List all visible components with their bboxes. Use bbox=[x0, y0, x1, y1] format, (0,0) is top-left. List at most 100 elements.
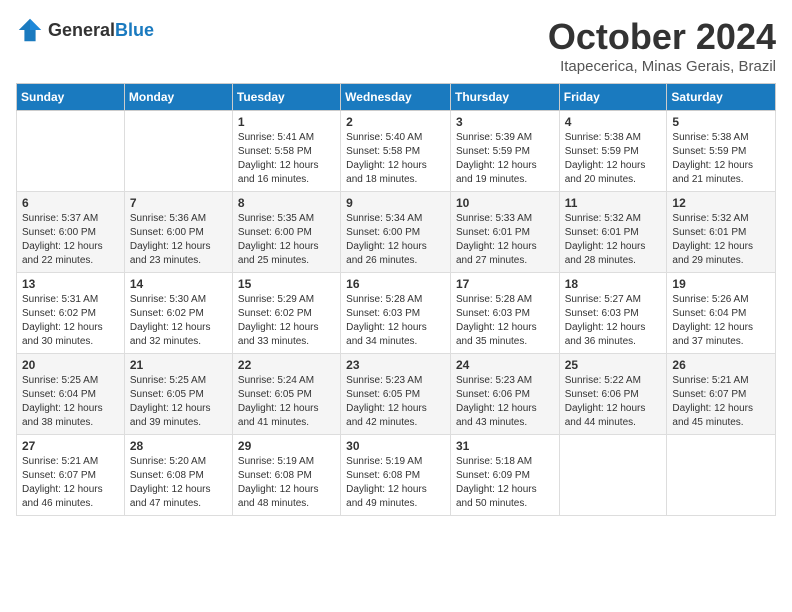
calendar-cell: 30 Sunrise: 5:19 AMSunset: 6:08 PMDayligh… bbox=[341, 435, 451, 516]
calendar-cell: 23Sunrise: 5:23 AMSunset: 6:05 PMDayligh… bbox=[341, 354, 451, 435]
day-info: Sunrise: 5:27 AMSunset: 6:03 PMDaylight:… bbox=[565, 293, 662, 349]
day-info: Sunrise: 5:39 AMSunset: 5:59 PMDaylight:… bbox=[456, 131, 554, 187]
day-info: Sunrise: 5:38 AMSunset: 5:59 PMDaylight:… bbox=[672, 131, 770, 187]
calendar-cell bbox=[559, 435, 667, 516]
day-info: Sunrise: 5:18 AMSunset: 6:09 PMDaylight:… bbox=[456, 455, 554, 511]
logo-general: General bbox=[48, 20, 115, 40]
calendar-cell: 17Sunrise: 5:28 AMSunset: 6:03 PMDayligh… bbox=[450, 273, 559, 354]
day-info: Sunrise: 5:32 AMSunset: 6:01 PMDaylight:… bbox=[565, 212, 662, 268]
location-title: Itapecerica, Minas Gerais, Brazil bbox=[548, 58, 776, 75]
day-number: 16 bbox=[346, 277, 445, 291]
calendar-cell: 11Sunrise: 5:32 AMSunset: 6:01 PMDayligh… bbox=[559, 192, 667, 273]
header-thursday: Thursday bbox=[450, 84, 559, 111]
calendar-cell: 31 Sunrise: 5:18 AMSunset: 6:09 PMDayligh… bbox=[450, 435, 559, 516]
calendar-cell: 14 Sunrise: 5:30 AMSunset: 6:02 PMDayligh… bbox=[124, 273, 232, 354]
calendar-cell: 4Sunrise: 5:38 AMSunset: 5:59 PMDaylight… bbox=[559, 111, 667, 192]
week-row-5: 27Sunrise: 5:21 AMSunset: 6:07 PMDayligh… bbox=[17, 435, 776, 516]
day-info: Sunrise: 5:20 AMSunset: 6:08 PMDaylight:… bbox=[130, 455, 227, 511]
week-row-2: 6 Sunrise: 5:37 AMSunset: 6:00 PMDaylight… bbox=[17, 192, 776, 273]
day-info: Sunrise: 5:23 AMSunset: 6:05 PMDaylight:… bbox=[346, 374, 445, 430]
calendar-cell: 13 Sunrise: 5:31 AMSunset: 6:02 PMDayligh… bbox=[17, 273, 125, 354]
header-tuesday: Tuesday bbox=[232, 84, 340, 111]
day-info: Sunrise: 5:26 AMSunset: 6:04 PMDaylight:… bbox=[672, 293, 770, 349]
calendar-header: SundayMondayTuesdayWednesdayThursdayFrid… bbox=[17, 84, 776, 111]
calendar-cell: 6 Sunrise: 5:37 AMSunset: 6:00 PMDaylight… bbox=[17, 192, 125, 273]
day-number: 7 bbox=[130, 196, 227, 210]
logo: GeneralBlue bbox=[16, 16, 154, 44]
day-number: 1 bbox=[238, 115, 335, 129]
day-info: Sunrise: 5:36 AMSunset: 6:00 PMDaylight:… bbox=[130, 212, 227, 268]
day-info: Sunrise: 5:25 AMSunset: 6:04 PMDaylight:… bbox=[22, 374, 119, 430]
day-number: 27 bbox=[22, 439, 119, 453]
day-info: Sunrise: 5:19 AMSunset: 6:08 PMDaylight:… bbox=[346, 455, 445, 511]
day-info: Sunrise: 5:33 AMSunset: 6:01 PMDaylight:… bbox=[456, 212, 554, 268]
calendar-cell: 7 Sunrise: 5:36 AMSunset: 6:00 PMDaylight… bbox=[124, 192, 232, 273]
day-number: 19 bbox=[672, 277, 770, 291]
day-number: 3 bbox=[456, 115, 554, 129]
day-info: Sunrise: 5:30 AMSunset: 6:02 PMDaylight:… bbox=[130, 293, 227, 349]
calendar-cell: 2Sunrise: 5:40 AMSunset: 5:58 PMDaylight… bbox=[341, 111, 451, 192]
week-row-3: 13 Sunrise: 5:31 AMSunset: 6:02 PMDayligh… bbox=[17, 273, 776, 354]
day-number: 5 bbox=[672, 115, 770, 129]
day-info: Sunrise: 5:28 AMSunset: 6:03 PMDaylight:… bbox=[456, 293, 554, 349]
day-number: 9 bbox=[346, 196, 445, 210]
calendar-cell: 29 Sunrise: 5:19 AMSunset: 6:08 PMDayligh… bbox=[232, 435, 340, 516]
day-info: Sunrise: 5:21 AMSunset: 6:07 PMDaylight:… bbox=[672, 374, 770, 430]
logo-blue: Blue bbox=[115, 20, 154, 40]
calendar-cell: 16 Sunrise: 5:28 AMSunset: 6:03 PMDayligh… bbox=[341, 273, 451, 354]
day-info: Sunrise: 5:19 AMSunset: 6:08 PMDaylight:… bbox=[238, 455, 335, 511]
header-wednesday: Wednesday bbox=[341, 84, 451, 111]
day-number: 6 bbox=[22, 196, 119, 210]
page-header: GeneralBlue October 2024 Itapecerica, Mi… bbox=[16, 16, 776, 75]
calendar-cell: 9Sunrise: 5:34 AMSunset: 6:00 PMDaylight… bbox=[341, 192, 451, 273]
day-info: Sunrise: 5:24 AMSunset: 6:05 PMDaylight:… bbox=[238, 374, 335, 430]
week-row-1: 1 Sunrise: 5:41 AMSunset: 5:58 PMDaylight… bbox=[17, 111, 776, 192]
day-number: 15 bbox=[238, 277, 335, 291]
calendar-cell: 5 Sunrise: 5:38 AMSunset: 5:59 PMDaylight… bbox=[667, 111, 776, 192]
day-info: Sunrise: 5:38 AMSunset: 5:59 PMDaylight:… bbox=[565, 131, 662, 187]
calendar-cell: 10 Sunrise: 5:33 AMSunset: 6:01 PMDayligh… bbox=[450, 192, 559, 273]
week-row-4: 20 Sunrise: 5:25 AMSunset: 6:04 PMDayligh… bbox=[17, 354, 776, 435]
calendar-body: 1 Sunrise: 5:41 AMSunset: 5:58 PMDaylight… bbox=[17, 111, 776, 516]
day-number: 13 bbox=[22, 277, 119, 291]
day-info: Sunrise: 5:22 AMSunset: 6:06 PMDaylight:… bbox=[565, 374, 662, 430]
calendar-cell: 22Sunrise: 5:24 AMSunset: 6:05 PMDayligh… bbox=[232, 354, 340, 435]
header-sunday: Sunday bbox=[17, 84, 125, 111]
calendar-table: SundayMondayTuesdayWednesdayThursdayFrid… bbox=[16, 83, 776, 516]
logo-icon bbox=[16, 16, 44, 44]
day-number: 10 bbox=[456, 196, 554, 210]
calendar-cell: 27Sunrise: 5:21 AMSunset: 6:07 PMDayligh… bbox=[17, 435, 125, 516]
day-info: Sunrise: 5:25 AMSunset: 6:05 PMDaylight:… bbox=[130, 374, 227, 430]
header-saturday: Saturday bbox=[667, 84, 776, 111]
day-info: Sunrise: 5:32 AMSunset: 6:01 PMDaylight:… bbox=[672, 212, 770, 268]
day-number: 28 bbox=[130, 439, 227, 453]
day-number: 31 bbox=[456, 439, 554, 453]
day-info: Sunrise: 5:31 AMSunset: 6:02 PMDaylight:… bbox=[22, 293, 119, 349]
calendar-cell: 25Sunrise: 5:22 AMSunset: 6:06 PMDayligh… bbox=[559, 354, 667, 435]
calendar-cell: 21 Sunrise: 5:25 AMSunset: 6:05 PMDayligh… bbox=[124, 354, 232, 435]
calendar-cell: 19 Sunrise: 5:26 AMSunset: 6:04 PMDayligh… bbox=[667, 273, 776, 354]
day-info: Sunrise: 5:41 AMSunset: 5:58 PMDaylight:… bbox=[238, 131, 335, 187]
day-number: 21 bbox=[130, 358, 227, 372]
day-number: 14 bbox=[130, 277, 227, 291]
calendar-cell: 26Sunrise: 5:21 AMSunset: 6:07 PMDayligh… bbox=[667, 354, 776, 435]
day-number: 18 bbox=[565, 277, 662, 291]
calendar-cell: 24Sunrise: 5:23 AMSunset: 6:06 PMDayligh… bbox=[450, 354, 559, 435]
header-monday: Monday bbox=[124, 84, 232, 111]
day-info: Sunrise: 5:28 AMSunset: 6:03 PMDaylight:… bbox=[346, 293, 445, 349]
calendar-cell: 12Sunrise: 5:32 AMSunset: 6:01 PMDayligh… bbox=[667, 192, 776, 273]
day-info: Sunrise: 5:29 AMSunset: 6:02 PMDaylight:… bbox=[238, 293, 335, 349]
calendar-cell: 1 Sunrise: 5:41 AMSunset: 5:58 PMDaylight… bbox=[232, 111, 340, 192]
day-info: Sunrise: 5:40 AMSunset: 5:58 PMDaylight:… bbox=[346, 131, 445, 187]
calendar-cell: 18 Sunrise: 5:27 AMSunset: 6:03 PMDayligh… bbox=[559, 273, 667, 354]
day-info: Sunrise: 5:37 AMSunset: 6:00 PMDaylight:… bbox=[22, 212, 119, 268]
calendar-cell: 15 Sunrise: 5:29 AMSunset: 6:02 PMDayligh… bbox=[232, 273, 340, 354]
day-info: Sunrise: 5:35 AMSunset: 6:00 PMDaylight:… bbox=[238, 212, 335, 268]
calendar-cell bbox=[17, 111, 125, 192]
header-friday: Friday bbox=[559, 84, 667, 111]
day-number: 24 bbox=[456, 358, 554, 372]
day-number: 20 bbox=[22, 358, 119, 372]
day-number: 29 bbox=[238, 439, 335, 453]
calendar-cell: 3 Sunrise: 5:39 AMSunset: 5:59 PMDaylight… bbox=[450, 111, 559, 192]
day-number: 30 bbox=[346, 439, 445, 453]
